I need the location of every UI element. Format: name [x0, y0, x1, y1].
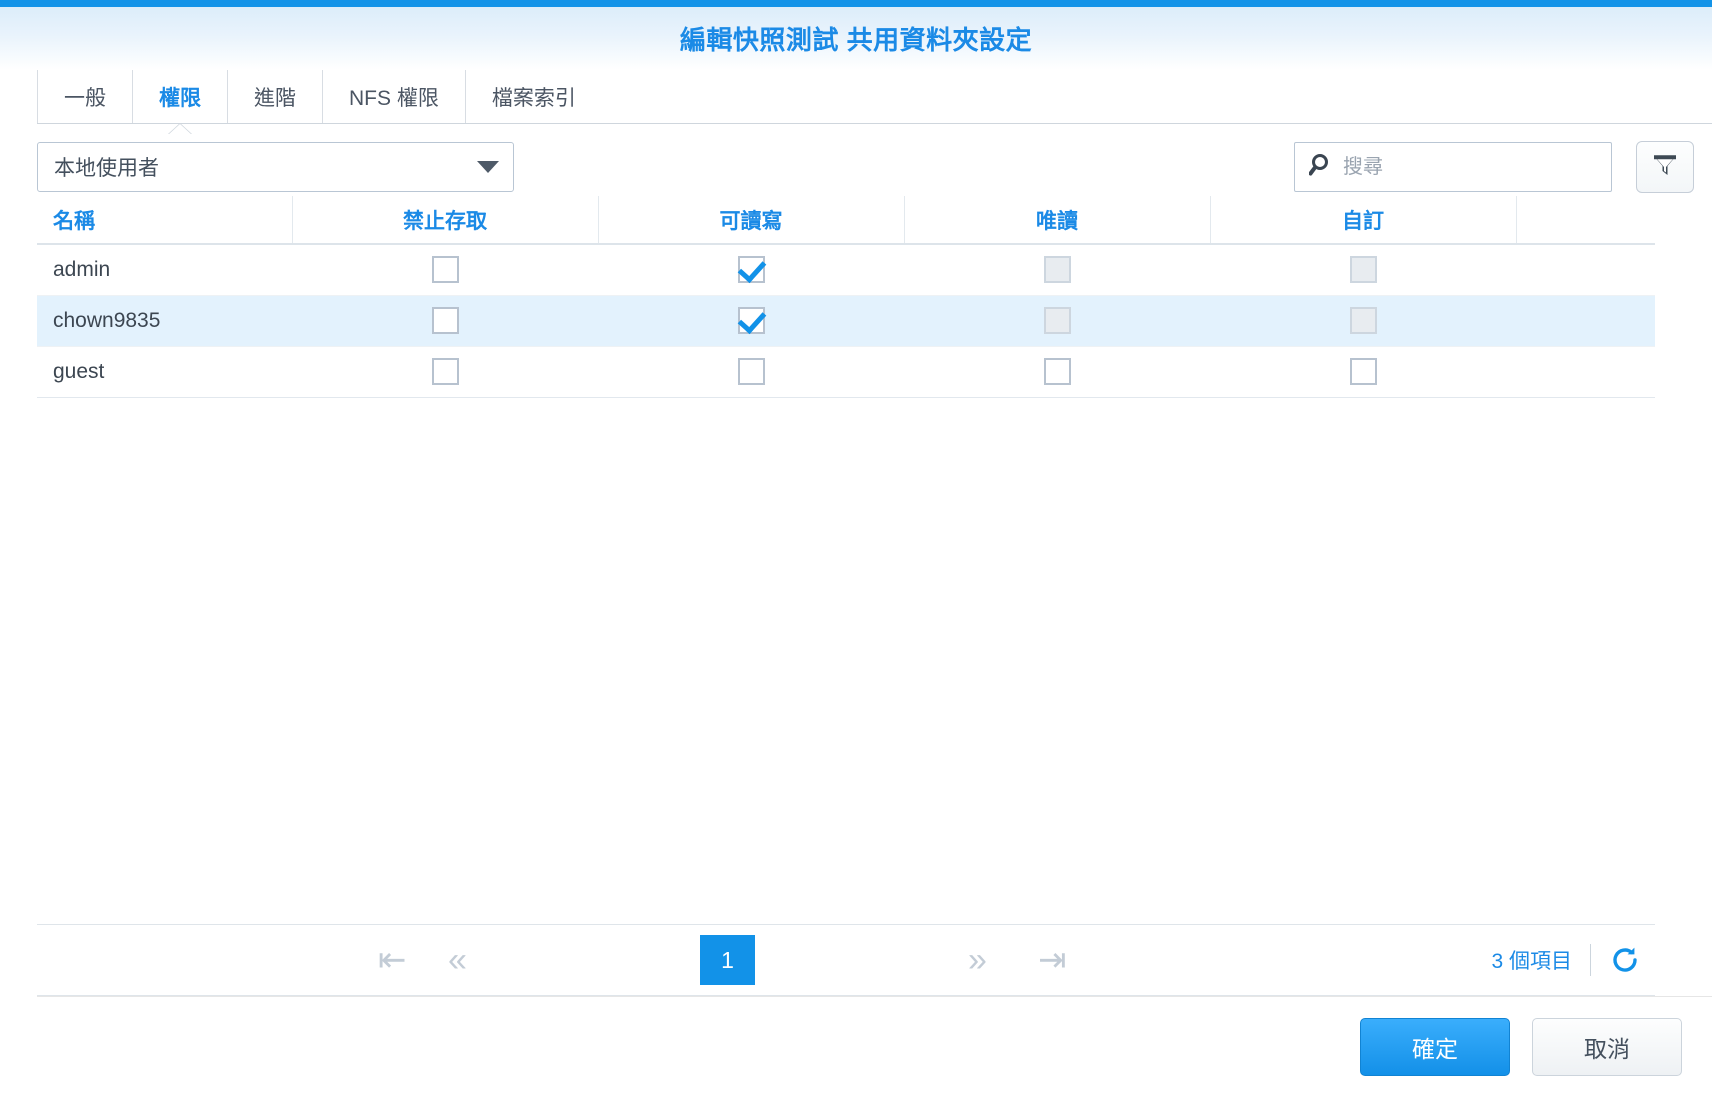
window-accent-bar [0, 0, 1712, 7]
shared-folder-settings-dialog: 編輯快照測試 共用資料夾設定 一般 權限 進階 NFS 權限 檔案索引 本地使用… [0, 0, 1712, 1096]
search-icon [1308, 152, 1335, 183]
column-header-read-write[interactable]: 可讀寫 [597, 196, 904, 245]
item-count-label: 3 個項目 [1491, 950, 1572, 973]
tab-nfs-permissions-label: NFS 權限 [349, 87, 439, 110]
permissions-toolbar: 本地使用者 [0, 124, 1712, 196]
cell-read-only [904, 244, 1210, 296]
tab-permissions[interactable]: 權限 [132, 70, 227, 124]
first-page-icon[interactable]: ⇤ [370, 943, 415, 977]
column-header-read-only[interactable]: 唯讀 [903, 196, 1210, 245]
cell-user-name: admin [37, 244, 292, 296]
checkbox-read-only [1043, 307, 1071, 334]
table-body: admin chown9835 guest [37, 244, 1655, 398]
checkbox-read-only[interactable] [1043, 358, 1071, 385]
checkbox-read-write[interactable] [737, 256, 765, 284]
cell-user-name: chown9835 [37, 295, 292, 347]
tab-general-label: 一般 [64, 87, 106, 110]
confirm-button[interactable]: 確定 [1360, 1017, 1510, 1076]
cell-no-access [292, 346, 598, 398]
cell-read-only [904, 346, 1210, 398]
checkbox-no-access[interactable] [431, 256, 459, 284]
tab-file-indexing[interactable]: 檔案索引 [464, 70, 602, 124]
checkbox-custom[interactable] [1349, 358, 1377, 385]
permissions-table-container: 名稱 禁止存取 可讀寫 唯讀 自訂 admin chown9835 guest [0, 196, 1712, 924]
tab-nfs-permissions[interactable]: NFS 權限 [322, 70, 465, 124]
cell-read-write [598, 295, 904, 347]
cell-custom [1210, 346, 1516, 398]
dialog-header: 編輯快照測試 共用資料夾設定 [0, 7, 1712, 70]
cell-custom [1210, 295, 1516, 347]
table-row[interactable]: guest [37, 346, 1655, 398]
pagination-right-group: 3 個項目 [1491, 944, 1641, 976]
next-page-icon[interactable]: » [960, 943, 995, 977]
chevron-down-icon [477, 161, 499, 173]
search-input[interactable] [1343, 155, 1608, 179]
tab-advanced[interactable]: 進階 [227, 70, 322, 124]
checkbox-read-write[interactable] [737, 358, 765, 385]
table-row[interactable]: chown9835 [37, 295, 1655, 347]
cell-no-access [292, 295, 598, 347]
cell-custom [1210, 244, 1516, 296]
filter-button[interactable] [1636, 141, 1694, 193]
previous-page-icon[interactable]: « [440, 943, 475, 977]
cell-filler [1516, 244, 1655, 296]
checkbox-custom [1349, 307, 1377, 334]
cell-read-write [598, 346, 904, 398]
current-page-indicator[interactable]: 1 [700, 935, 755, 985]
search-box[interactable] [1294, 142, 1612, 192]
checkbox-read-only [1043, 256, 1071, 284]
checkbox-custom [1349, 256, 1377, 284]
checkbox-no-access[interactable] [431, 358, 459, 385]
dialog-footer: 確定 取消 [37, 996, 1712, 1096]
table-head: 名稱 禁止存取 可讀寫 唯讀 自訂 [37, 196, 1655, 245]
column-header-no-access[interactable]: 禁止存取 [291, 196, 598, 245]
cell-filler [1516, 295, 1655, 347]
permissions-table: 名稱 禁止存取 可讀寫 唯讀 自訂 admin chown9835 guest [37, 196, 1655, 398]
table-header-row: 名稱 禁止存取 可讀寫 唯讀 自訂 [37, 196, 1655, 245]
funnel-icon [1650, 150, 1680, 185]
user-type-select-value: 本地使用者 [54, 157, 159, 180]
column-header-custom[interactable]: 自訂 [1209, 196, 1516, 245]
cell-read-only [904, 295, 1210, 347]
last-page-icon[interactable]: ⇥ [1030, 943, 1075, 977]
cell-no-access [292, 244, 598, 296]
tab-advanced-label: 進階 [254, 87, 296, 110]
tab-bar: 一般 權限 進階 NFS 權限 檔案索引 [0, 70, 1712, 124]
column-header-name[interactable]: 名稱 [37, 196, 292, 245]
tab-file-indexing-label: 檔案索引 [491, 87, 576, 110]
checkbox-read-write[interactable] [737, 307, 765, 334]
tab-permissions-label: 權限 [159, 87, 201, 110]
checkbox-no-access[interactable] [431, 307, 459, 334]
tab-general[interactable]: 一般 [37, 70, 132, 124]
column-header-filler [1515, 196, 1655, 245]
page-title: 編輯快照測試 共用資料夾設定 [679, 25, 1033, 55]
table-row[interactable]: admin [37, 244, 1655, 296]
cell-read-write [598, 244, 904, 296]
pagination-separator [1590, 944, 1591, 976]
cell-user-name: guest [37, 346, 292, 398]
pagination-bar: ⇤ « 1 » ⇥ 3 個項目 [37, 924, 1655, 996]
cancel-button[interactable]: 取消 [1532, 1017, 1682, 1076]
refresh-icon[interactable] [1609, 944, 1641, 976]
cell-filler [1516, 346, 1655, 398]
user-type-select[interactable]: 本地使用者 [37, 142, 514, 192]
